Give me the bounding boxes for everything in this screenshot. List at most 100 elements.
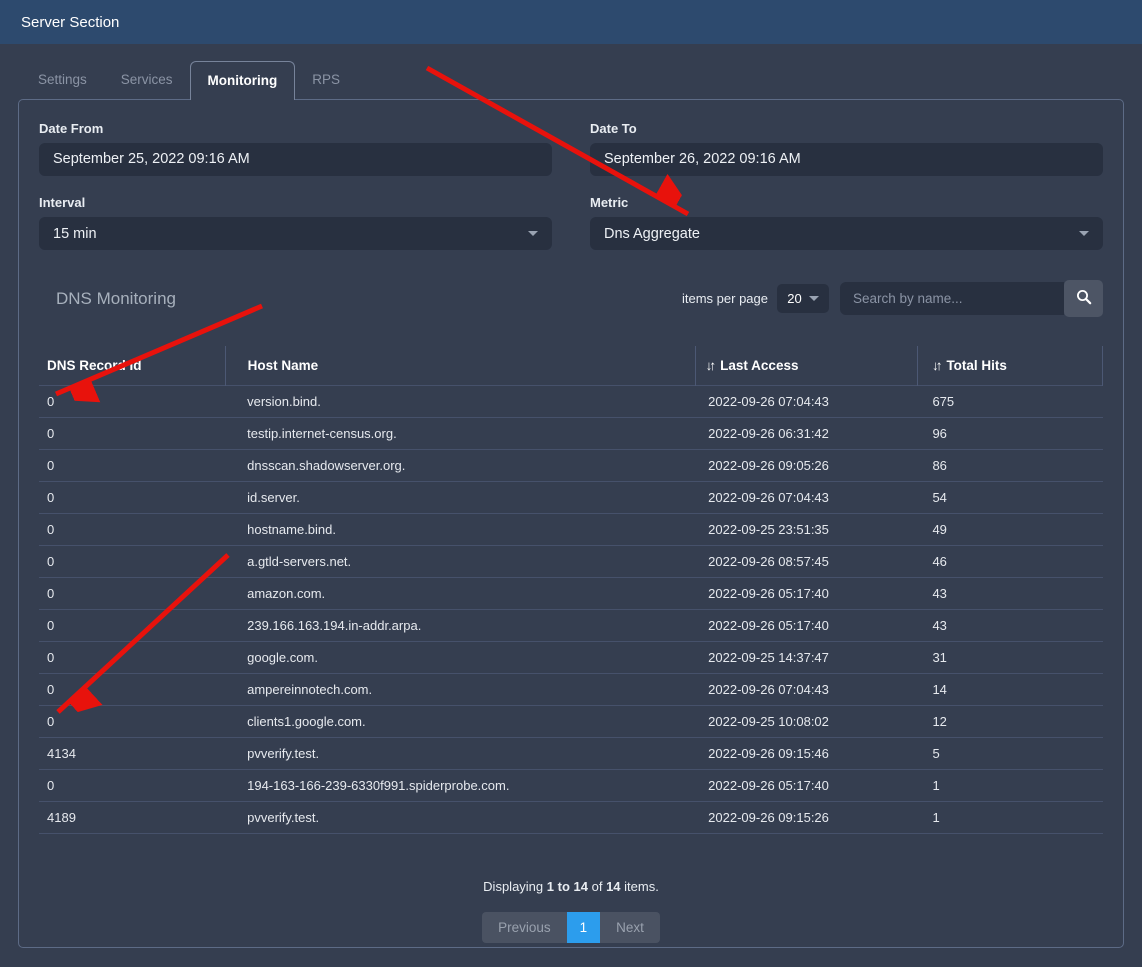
- monitoring-panel: Date From Date To Interval 15 min Metric…: [18, 99, 1124, 948]
- date-to-input[interactable]: [590, 143, 1103, 176]
- cell-total-hits: 54: [917, 482, 1102, 514]
- cell-dns-record-id: 0: [39, 546, 225, 578]
- cell-host-name: 194-163-166-239-6330f991.spiderprobe.com…: [225, 770, 695, 802]
- table-row: 0hostname.bind.2022-09-25 23:51:3549: [39, 514, 1103, 546]
- tab-services[interactable]: Services: [104, 61, 190, 99]
- cell-host-name: testip.internet-census.org.: [225, 418, 695, 450]
- date-from-group: Date From: [39, 121, 552, 176]
- previous-page-button[interactable]: Previous: [482, 912, 567, 943]
- chevron-down-icon: [1079, 231, 1089, 236]
- filters-grid: Date From Date To Interval 15 min Metric…: [39, 121, 1103, 250]
- date-to-group: Date To: [590, 121, 1103, 176]
- tab-bar: Settings Services Monitoring RPS: [21, 61, 1142, 99]
- table-row: 0google.com.2022-09-25 14:37:4731: [39, 642, 1103, 674]
- cell-last-access: 2022-09-26 05:17:40: [695, 770, 917, 802]
- cell-host-name: pvverify.test.: [225, 802, 695, 834]
- cell-dns-record-id: 0: [39, 514, 225, 546]
- cell-total-hits: 31: [917, 642, 1102, 674]
- cell-last-access: 2022-09-25 10:08:02: [695, 706, 917, 738]
- cell-dns-record-id: 0: [39, 386, 225, 418]
- search-button[interactable]: [1064, 280, 1103, 317]
- items-per-page-value: 20: [787, 291, 801, 306]
- dns-monitoring-table: DNS Record Id Host Name ↓↑Last Access ↓↑…: [39, 346, 1103, 834]
- cell-last-access: 2022-09-26 09:15:46: [695, 738, 917, 770]
- metric-group: Metric Dns Aggregate: [590, 195, 1103, 250]
- table-row: 0194-163-166-239-6330f991.spiderprobe.co…: [39, 770, 1103, 802]
- table-row: 0amazon.com.2022-09-26 05:17:4043: [39, 578, 1103, 610]
- cell-dns-record-id: 0: [39, 578, 225, 610]
- table-row: 0id.server.2022-09-26 07:04:4354: [39, 482, 1103, 514]
- search-group: [840, 280, 1103, 317]
- table-row: 0239.166.163.194.in-addr.arpa.2022-09-26…: [39, 610, 1103, 642]
- cell-dns-record-id: 4134: [39, 738, 225, 770]
- cell-host-name: ampereinnotech.com.: [225, 674, 695, 706]
- interval-label: Interval: [39, 195, 552, 210]
- cell-last-access: 2022-09-25 14:37:47: [695, 642, 917, 674]
- cell-total-hits: 1: [917, 770, 1102, 802]
- table-body: 0version.bind.2022-09-26 07:04:436750tes…: [39, 386, 1103, 834]
- column-header-host-name: Host Name: [225, 346, 695, 386]
- next-page-button[interactable]: Next: [600, 912, 660, 943]
- chevron-down-icon: [528, 231, 538, 236]
- column-header-last-access[interactable]: ↓↑Last Access: [695, 346, 917, 386]
- tab-monitoring[interactable]: Monitoring: [190, 61, 296, 100]
- table-row: 0testip.internet-census.org.2022-09-26 0…: [39, 418, 1103, 450]
- table-row: 0version.bind.2022-09-26 07:04:43675: [39, 386, 1103, 418]
- items-per-page-label: items per page: [682, 291, 768, 306]
- interval-selected-value: 15 min: [53, 226, 97, 242]
- date-from-input[interactable]: [39, 143, 552, 176]
- table-row: 4189pvverify.test.2022-09-26 09:15:261: [39, 802, 1103, 834]
- cell-host-name: pvverify.test.: [225, 738, 695, 770]
- metric-select[interactable]: Dns Aggregate: [590, 217, 1103, 250]
- table-row: 0a.gtld-servers.net.2022-09-26 08:57:454…: [39, 546, 1103, 578]
- cell-host-name: dnsscan.shadowserver.org.: [225, 450, 695, 482]
- cell-total-hits: 14: [917, 674, 1102, 706]
- tab-rps[interactable]: RPS: [295, 61, 357, 99]
- cell-last-access: 2022-09-26 07:04:43: [695, 674, 917, 706]
- search-icon: [1076, 289, 1092, 308]
- column-header-total-hits[interactable]: ↓↑Total Hits: [917, 346, 1102, 386]
- interval-select[interactable]: 15 min: [39, 217, 552, 250]
- cell-last-access: 2022-09-26 05:17:40: [695, 578, 917, 610]
- date-from-label: Date From: [39, 121, 552, 136]
- cell-host-name: clients1.google.com.: [225, 706, 695, 738]
- cell-last-access: 2022-09-26 08:57:45: [695, 546, 917, 578]
- cell-dns-record-id: 0: [39, 450, 225, 482]
- search-input[interactable]: [840, 282, 1064, 315]
- tab-settings[interactable]: Settings: [21, 61, 104, 99]
- total-count: 14: [606, 879, 620, 894]
- cell-dns-record-id: 0: [39, 770, 225, 802]
- list-controls: items per page 20: [682, 280, 1103, 317]
- sort-icon[interactable]: ↓↑: [932, 358, 940, 373]
- cell-total-hits: 12: [917, 706, 1102, 738]
- cell-host-name: hostname.bind.: [225, 514, 695, 546]
- items-per-page-select[interactable]: 20: [777, 284, 829, 313]
- range-text: 1 to 14: [547, 879, 588, 894]
- table-row: 0dnsscan.shadowserver.org.2022-09-26 09:…: [39, 450, 1103, 482]
- cell-total-hits: 5: [917, 738, 1102, 770]
- cell-host-name: a.gtld-servers.net.: [225, 546, 695, 578]
- interval-group: Interval 15 min: [39, 195, 552, 250]
- cell-total-hits: 49: [917, 514, 1102, 546]
- sort-icon[interactable]: ↓↑: [706, 358, 714, 373]
- cell-dns-record-id: 0: [39, 482, 225, 514]
- page-1-button[interactable]: 1: [567, 912, 601, 943]
- cell-dns-record-id: 4189: [39, 802, 225, 834]
- cell-last-access: 2022-09-26 06:31:42: [695, 418, 917, 450]
- cell-last-access: 2022-09-26 09:05:26: [695, 450, 917, 482]
- metric-selected-value: Dns Aggregate: [604, 226, 700, 242]
- cell-last-access: 2022-09-25 23:51:35: [695, 514, 917, 546]
- chevron-down-icon: [809, 296, 819, 301]
- section-header: DNS Monitoring items per page 20: [39, 280, 1103, 317]
- cell-dns-record-id: 0: [39, 610, 225, 642]
- cell-last-access: 2022-09-26 07:04:43: [695, 482, 917, 514]
- cell-dns-record-id: 0: [39, 674, 225, 706]
- date-to-label: Date To: [590, 121, 1103, 136]
- pagination: Previous 1 Next: [39, 912, 1103, 943]
- app-header: Server Section: [0, 0, 1142, 44]
- section-title: DNS Monitoring: [39, 289, 176, 309]
- table-row: 0ampereinnotech.com.2022-09-26 07:04:431…: [39, 674, 1103, 706]
- cell-total-hits: 1: [917, 802, 1102, 834]
- cell-last-access: 2022-09-26 07:04:43: [695, 386, 917, 418]
- cell-total-hits: 86: [917, 450, 1102, 482]
